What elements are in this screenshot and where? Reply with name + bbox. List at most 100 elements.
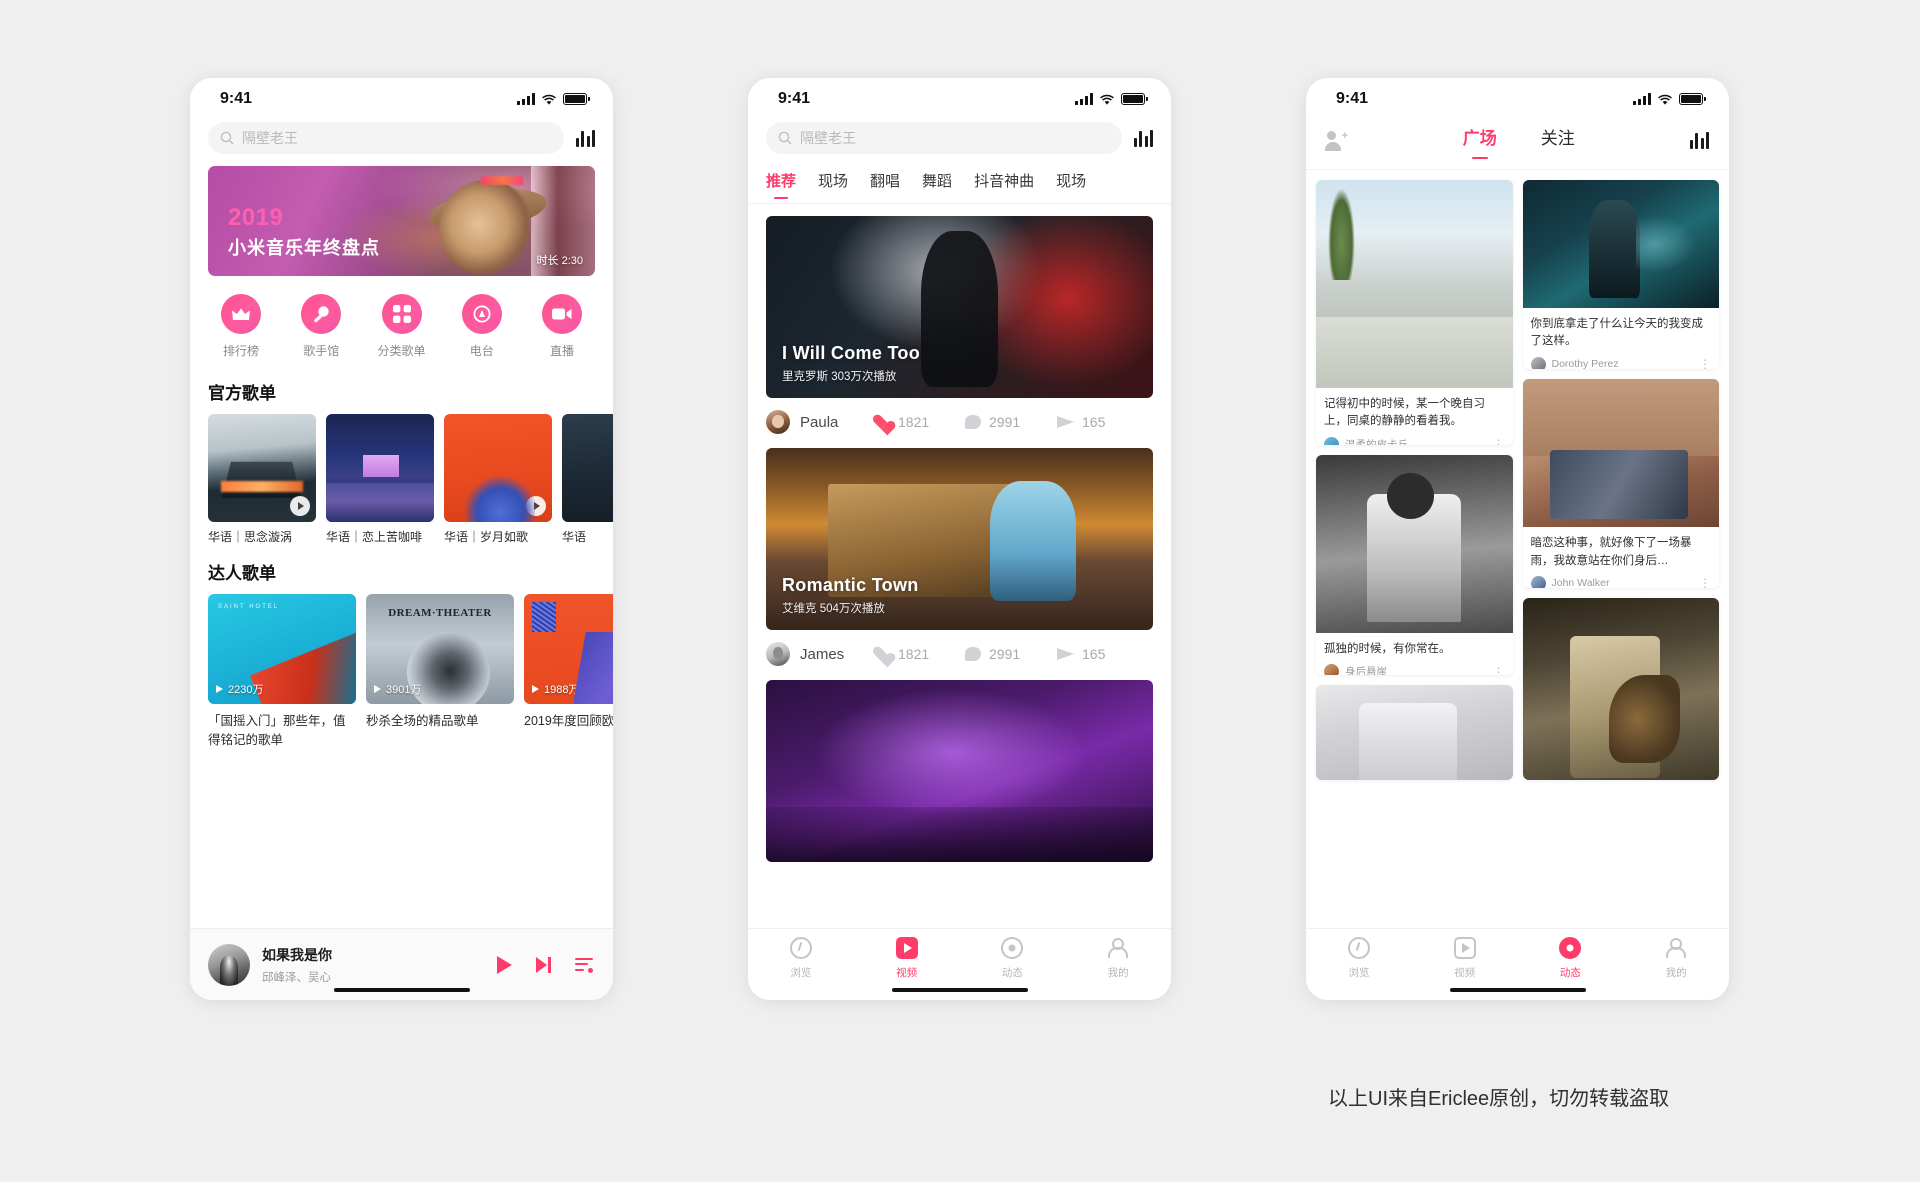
category-radio[interactable]: 电台	[445, 294, 519, 359]
expert-card[interactable]: 2230万 「国摇入门」那些年，值得铭记的歌单	[208, 594, 356, 750]
official-playlist-list[interactable]: 华语｜思念漩涡 华语｜恋上苦咖啡 华语｜岁月如歌 华语	[190, 414, 613, 545]
category-genres[interactable]: 分类歌单	[365, 294, 439, 359]
tab-recommend[interactable]: 推荐	[766, 170, 796, 199]
equalizer-icon[interactable]	[575, 129, 595, 147]
heart-icon[interactable]	[873, 647, 890, 662]
avatar[interactable]	[1530, 575, 1546, 588]
feed-text: 记得初中的时候，某一个晚自习上，同桌的静静的看着我。	[1324, 398, 1485, 428]
playlist-card[interactable]: 华语	[562, 414, 613, 545]
video-thumbnail[interactable]: Romantic Town 艾维克 504万次播放	[766, 448, 1153, 630]
wifi-icon	[1657, 93, 1673, 105]
like-stat[interactable]: 1821	[873, 414, 965, 430]
bottom-navigation: 浏览 视频 动态 我的	[1306, 928, 1729, 1000]
category-row: 排行榜 歌手馆 分类歌单 电台 直播	[190, 276, 613, 365]
search-placeholder: 隔壁老王	[242, 130, 298, 146]
play-icon	[216, 685, 223, 694]
avatar[interactable]	[766, 410, 790, 434]
play-icon[interactable]	[290, 496, 310, 516]
share-icon[interactable]	[1057, 416, 1074, 428]
playlist-icon[interactable]	[575, 957, 593, 973]
nav-label: 浏览	[790, 967, 812, 979]
promo-banner[interactable]: 2019 小米音乐年终盘点 时长 2:30	[208, 166, 595, 276]
feed-card[interactable]	[1316, 685, 1513, 781]
equalizer-icon[interactable]	[1133, 129, 1153, 147]
expert-cover: 3901万	[366, 594, 514, 705]
playlist-card[interactable]: 华语｜岁月如歌	[444, 414, 552, 545]
playlist-cover	[326, 414, 434, 522]
tab-following[interactable]: 关注	[1541, 124, 1575, 157]
comment-stat[interactable]: 2991	[965, 646, 1057, 662]
play-icon[interactable]	[497, 955, 512, 974]
tab-plaza[interactable]: 广场	[1463, 124, 1497, 157]
tab-cover[interactable]: 翻唱	[870, 170, 900, 199]
feed-card[interactable]: 你到底拿走了什么让今天的我变成了这样。 Dorothy Perez ⋮	[1522, 180, 1719, 370]
radio-icon	[461, 294, 502, 334]
category-live[interactable]: 直播	[525, 294, 599, 359]
heart-icon[interactable]	[873, 415, 890, 430]
equalizer-icon[interactable]	[1689, 132, 1709, 149]
feed-card[interactable]: 记得初中的时候，某一个晚自习上，同桌的静静的看着我。 温柔的皮卡丘 ⋮	[1316, 180, 1513, 445]
feed-column-left: 记得初中的时候，某一个晚自习上，同桌的静静的看着我。 温柔的皮卡丘 ⋮ 孤独的时…	[1316, 180, 1513, 781]
nav-profile[interactable]: 我的	[1065, 937, 1171, 1000]
video-username[interactable]: Paula	[800, 414, 873, 431]
category-artists[interactable]: 歌手馆	[284, 294, 358, 359]
video-thumbnail[interactable]: I Will Come Too 里克罗斯 303万次播放	[766, 216, 1153, 398]
avatar[interactable]	[766, 642, 790, 666]
feed-card[interactable]: 暗恋这种事，就好像下了一场暴雨，我故意站在你们身后… John Walker ⋮	[1522, 379, 1719, 588]
video-username[interactable]: James	[800, 646, 873, 663]
feed-column-right: 你到底拿走了什么让今天的我变成了这样。 Dorothy Perez ⋮ 暗恋这种…	[1522, 180, 1719, 780]
play-icon[interactable]	[526, 496, 546, 516]
search-input[interactable]: 隔壁老王	[766, 122, 1122, 154]
share-stat[interactable]: 165	[1057, 646, 1149, 662]
more-icon[interactable]: ⋮	[1493, 438, 1505, 445]
play-icon	[374, 685, 381, 694]
expert-playlist-list[interactable]: 2230万 「国摇入门」那些年，值得铭记的歌单 3901万 秒杀全场的精品歌单 …	[190, 594, 613, 750]
comment-icon[interactable]	[965, 647, 981, 661]
avatar[interactable]	[1324, 436, 1339, 445]
expert-card[interactable]: 3901万 秒杀全场的精品歌单	[366, 594, 514, 750]
nav-browse[interactable]: 浏览	[1306, 937, 1412, 1000]
video-card[interactable]	[748, 678, 1171, 862]
playlist-card[interactable]: 华语｜思念漩涡	[208, 414, 316, 545]
share-stat[interactable]: 165	[1057, 414, 1149, 430]
comment-icon[interactable]	[965, 415, 981, 429]
search-input[interactable]: 隔壁老王	[208, 122, 564, 154]
category-ranking[interactable]: 排行榜	[204, 294, 278, 359]
more-icon[interactable]: ⋮	[1699, 577, 1711, 588]
more-icon[interactable]: ⋮	[1493, 665, 1505, 675]
tab-douyin[interactable]: 抖音神曲	[974, 170, 1034, 199]
search-row: 隔壁老王	[748, 120, 1171, 166]
feed-card[interactable]: 孤独的时候，有你常在。 身后悬崖 ⋮	[1316, 455, 1513, 676]
feed-card[interactable]	[1522, 597, 1719, 780]
share-icon[interactable]	[1057, 648, 1074, 660]
playlist-card[interactable]: 华语｜恋上苦咖啡	[326, 414, 434, 545]
playlist-name: 华语｜思念漩涡	[208, 530, 293, 544]
track-meta: 如果我是你 邱峰泽、吴心	[262, 945, 485, 985]
plus-glyph: +	[1341, 129, 1348, 142]
tab-live-2[interactable]: 现场	[1056, 170, 1086, 199]
tab-dance[interactable]: 舞蹈	[922, 170, 952, 199]
status-indicators	[1633, 93, 1706, 105]
mini-player[interactable]: 如果我是你 邱峰泽、吴心	[190, 928, 613, 1000]
video-thumbnail[interactable]	[766, 680, 1153, 862]
activity-icon	[1559, 937, 1582, 959]
avatar[interactable]	[1324, 664, 1339, 676]
nav-label: 我的	[1665, 967, 1687, 979]
video-card[interactable]: Romantic Town 艾维克 504万次播放 James 1821 299…	[748, 446, 1171, 678]
more-icon[interactable]: ⋮	[1699, 358, 1711, 370]
banner-art-face	[439, 180, 535, 276]
expert-card[interactable]: 1988万 2019年度回顾欧美热歌	[524, 594, 613, 750]
nav-browse[interactable]: 浏览	[748, 937, 854, 1000]
video-card[interactable]: I Will Come Too 里克罗斯 303万次播放 Paula 1821 …	[748, 204, 1171, 446]
play-icon[interactable]	[408, 496, 428, 516]
play-count-value: 1988万	[544, 684, 580, 697]
home-indicator	[333, 987, 470, 992]
like-stat[interactable]: 1821	[873, 646, 965, 662]
bottom-navigation: 浏览 视频 动态 我的	[748, 928, 1171, 1000]
nav-profile[interactable]: 我的	[1623, 937, 1729, 1000]
comment-stat[interactable]: 2991	[965, 414, 1057, 430]
avatar[interactable]	[1530, 356, 1546, 370]
add-friend-icon[interactable]: +	[1325, 129, 1348, 151]
tab-live[interactable]: 现场	[818, 170, 848, 199]
next-icon[interactable]	[536, 956, 551, 973]
